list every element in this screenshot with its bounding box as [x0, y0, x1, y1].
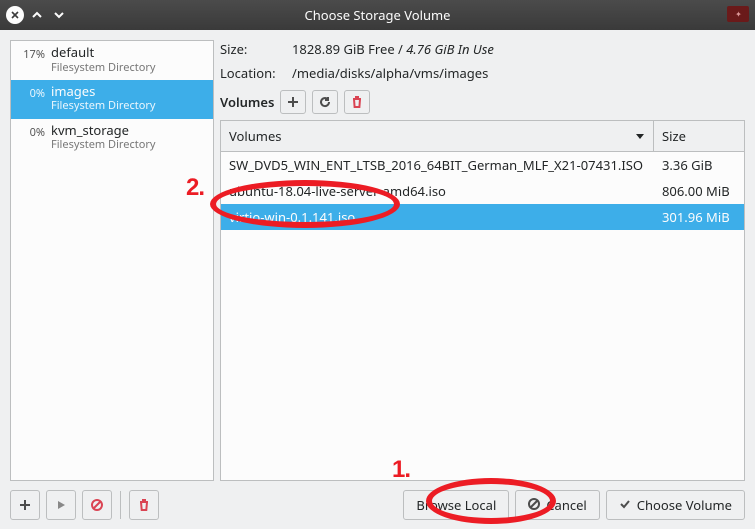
storage-pool-list: 17% default Filesystem Directory 0% imag…	[10, 40, 214, 481]
pool-usage: 0%	[17, 84, 45, 101]
separator	[120, 491, 121, 519]
pool-item-kvm-storage[interactable]: 0% kvm_storage Filesystem Directory	[11, 119, 213, 158]
pool-usage: 0%	[17, 123, 45, 140]
col-volumes-label: Volumes	[229, 127, 282, 145]
volume-size: 806.00 MiB	[654, 178, 744, 204]
annotation-num-1: 1.	[392, 456, 410, 484]
table-row[interactable]: ubuntu-18.04-live-server-amd64.iso 806.0…	[221, 178, 744, 204]
main-area: 17% default Filesystem Directory 0% imag…	[0, 30, 755, 481]
col-size[interactable]: Size	[654, 121, 744, 151]
location-label: Location:	[220, 64, 282, 82]
annotation-num-2: 2.	[186, 174, 204, 202]
volume-size: 301.96 MiB	[654, 204, 744, 230]
cancel-button[interactable]: Cancel	[515, 490, 599, 520]
volumes-table: Volumes Size SW_DVD5_WIN_ENT_LTSB_2016_6…	[220, 120, 745, 481]
pool-item-default[interactable]: 17% default Filesystem Directory	[11, 41, 213, 80]
size-label: Size:	[220, 40, 282, 58]
volumes-label: Volumes	[220, 93, 274, 111]
window-shade-up-button[interactable]	[28, 6, 46, 24]
delete-pool-button[interactable]	[129, 490, 159, 520]
location-value: /media/disks/alpha/vms/images	[292, 64, 488, 82]
window-title: Choose Storage Volume	[0, 6, 755, 24]
volume-name: virtio-win-0.1.141.iso	[221, 204, 654, 230]
size-value: 1828.89 GiB Free / 4.76 GiB In Use	[292, 40, 494, 58]
table-header: Volumes Size	[221, 121, 744, 152]
table-row[interactable]: SW_DVD5_WIN_ENT_LTSB_2016_64BIT_German_M…	[221, 152, 744, 178]
start-pool-button[interactable]	[46, 490, 76, 520]
pool-type: Filesystem Directory	[51, 99, 207, 112]
app-icon: ✦	[727, 6, 749, 22]
cancel-label: Cancel	[546, 496, 586, 514]
pool-type: Filesystem Directory	[51, 138, 207, 151]
pool-type: Filesystem Directory	[51, 61, 207, 74]
size-row: Size: 1828.89 GiB Free / 4.76 GiB In Use	[220, 40, 745, 58]
volume-size: 3.36 GiB	[654, 152, 744, 178]
pool-name: images	[51, 84, 207, 100]
table-row[interactable]: virtio-win-0.1.141.iso 301.96 MiB	[221, 204, 744, 230]
browse-local-label: Browse Local	[416, 496, 496, 514]
pool-name: kvm_storage	[51, 123, 207, 139]
location-row: Location: /media/disks/alpha/vms/images	[220, 64, 745, 82]
col-size-label: Size	[662, 127, 686, 145]
browse-local-button[interactable]: Browse Local	[403, 490, 509, 520]
size-used: 4.76 GiB In Use	[406, 40, 494, 58]
titlebar: Choose Storage Volume ✦	[0, 0, 755, 30]
pool-item-images[interactable]: 0% images Filesystem Directory	[11, 80, 213, 119]
volume-name: ubuntu-18.04-live-server-amd64.iso	[221, 178, 654, 204]
check-icon	[619, 496, 631, 514]
sort-desc-icon	[635, 127, 645, 145]
refresh-volumes-button[interactable]	[312, 90, 338, 114]
new-volume-button[interactable]	[280, 90, 306, 114]
window-shade-down-button[interactable]	[50, 6, 68, 24]
stop-pool-button[interactable]	[82, 490, 112, 520]
size-free: 1828.89 GiB Free	[292, 40, 395, 58]
pool-name: default	[51, 45, 207, 61]
add-pool-button[interactable]	[10, 490, 40, 520]
pool-usage: 17%	[17, 45, 45, 62]
cancel-icon	[528, 496, 540, 514]
content-area: Size: 1828.89 GiB Free / 4.76 GiB In Use…	[220, 40, 745, 481]
volume-name: SW_DVD5_WIN_ENT_LTSB_2016_64BIT_German_M…	[221, 152, 654, 178]
volumes-toolbar: Volumes	[220, 90, 745, 114]
window-close-button[interactable]	[6, 6, 24, 24]
col-volumes[interactable]: Volumes	[221, 121, 654, 151]
table-body: SW_DVD5_WIN_ENT_LTSB_2016_64BIT_German_M…	[221, 152, 744, 480]
bottom-toolbar: Browse Local Cancel Choose Volume	[0, 481, 755, 529]
choose-volume-button[interactable]: Choose Volume	[606, 490, 745, 520]
delete-volume-button[interactable]	[344, 90, 370, 114]
choose-volume-label: Choose Volume	[637, 496, 732, 514]
